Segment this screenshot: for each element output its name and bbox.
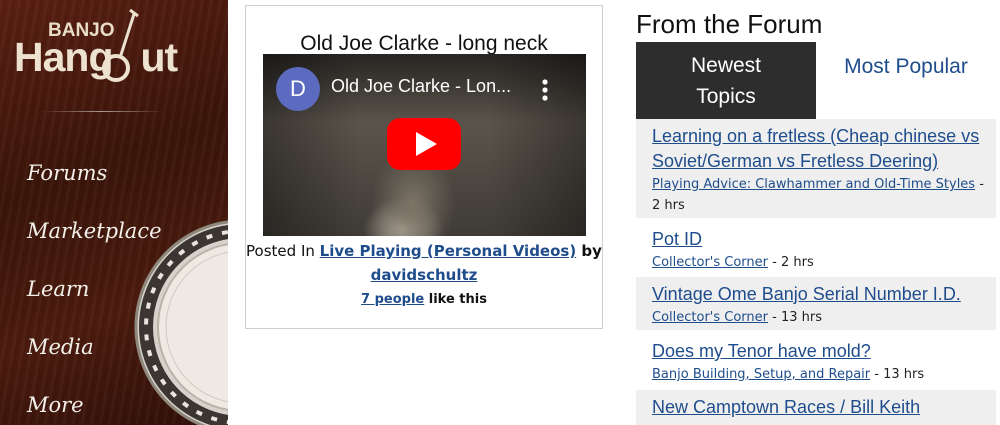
sidebar-divider [40, 111, 165, 112]
kebab-icon[interactable] [540, 78, 550, 102]
video-card-title: Old Joe Clarke - long neck [300, 32, 548, 55]
category-link[interactable]: Live Playing (Personal Videos) [320, 242, 577, 260]
channel-avatar[interactable]: D [276, 67, 320, 111]
banjo-rim-icon [134, 220, 228, 425]
topic-item: Does my Tenor have mold? Banjo Building,… [636, 334, 996, 386]
tab-newest-topics[interactable]: Newest Topics [636, 42, 816, 119]
topic-category-link[interactable]: Collector's Corner [652, 255, 768, 270]
posted-in-line: Posted In Live Playing (Personal Videos)… [246, 242, 602, 284]
topic-title-link[interactable]: Pot ID [652, 227, 990, 252]
topic-item: Learning on a fretless (Cheap chinese vs… [636, 119, 996, 218]
nav-marketplace[interactable]: Marketplace [27, 219, 162, 243]
nav-forums[interactable]: Forums [27, 161, 107, 185]
tab-most-popular[interactable]: Most Popular [816, 42, 996, 119]
topic-category-link[interactable]: Collector's Corner [652, 310, 768, 325]
topic-item: Pot ID Collector's Corner - 2 hrs [636, 222, 996, 274]
topic-title-link[interactable]: New Camptown Races / Bill Keith [652, 395, 990, 420]
logo-big-text: Hang ut [14, 34, 178, 80]
nav-learn[interactable]: Learn [27, 277, 89, 301]
topic-category-link[interactable]: Playing Advice: Clawhammer and Old-Time … [652, 177, 975, 192]
nav-more[interactable]: More [27, 393, 84, 417]
nav-media[interactable]: Media [27, 335, 94, 359]
sidebar: BANJO Hang ut Forums Marketplace Learn Me… [0, 0, 228, 425]
youtube-play-icon[interactable] [387, 118, 461, 170]
topic-category-link[interactable]: Banjo Building, Setup, and Repair [652, 367, 870, 382]
topic-item: Vintage Ome Banjo Serial Number I.D. Col… [636, 277, 996, 330]
banjo-hangout-logo[interactable]: BANJO Hang ut [12, 6, 202, 84]
forum-heading: From the Forum [636, 9, 823, 39]
likes-line: 7 people like this [361, 292, 487, 307]
topic-title-link[interactable]: Learning on a fretless (Cheap chinese vs… [652, 124, 990, 174]
video-card: Old Joe Clarke - long neck D Old Joe Cla… [245, 5, 603, 329]
topic-item: New Camptown Races / Bill Keith [636, 390, 996, 425]
likes-link[interactable]: 7 people [361, 292, 424, 307]
author-link[interactable]: davidschultz [371, 266, 478, 284]
video-title[interactable]: Old Joe Clarke - Lon... [331, 76, 511, 97]
topic-title-link[interactable]: Vintage Ome Banjo Serial Number I.D. [652, 282, 990, 307]
topic-title-link[interactable]: Does my Tenor have mold? [652, 339, 990, 364]
video-embed[interactable]: D Old Joe Clarke - Lon... [263, 54, 586, 236]
